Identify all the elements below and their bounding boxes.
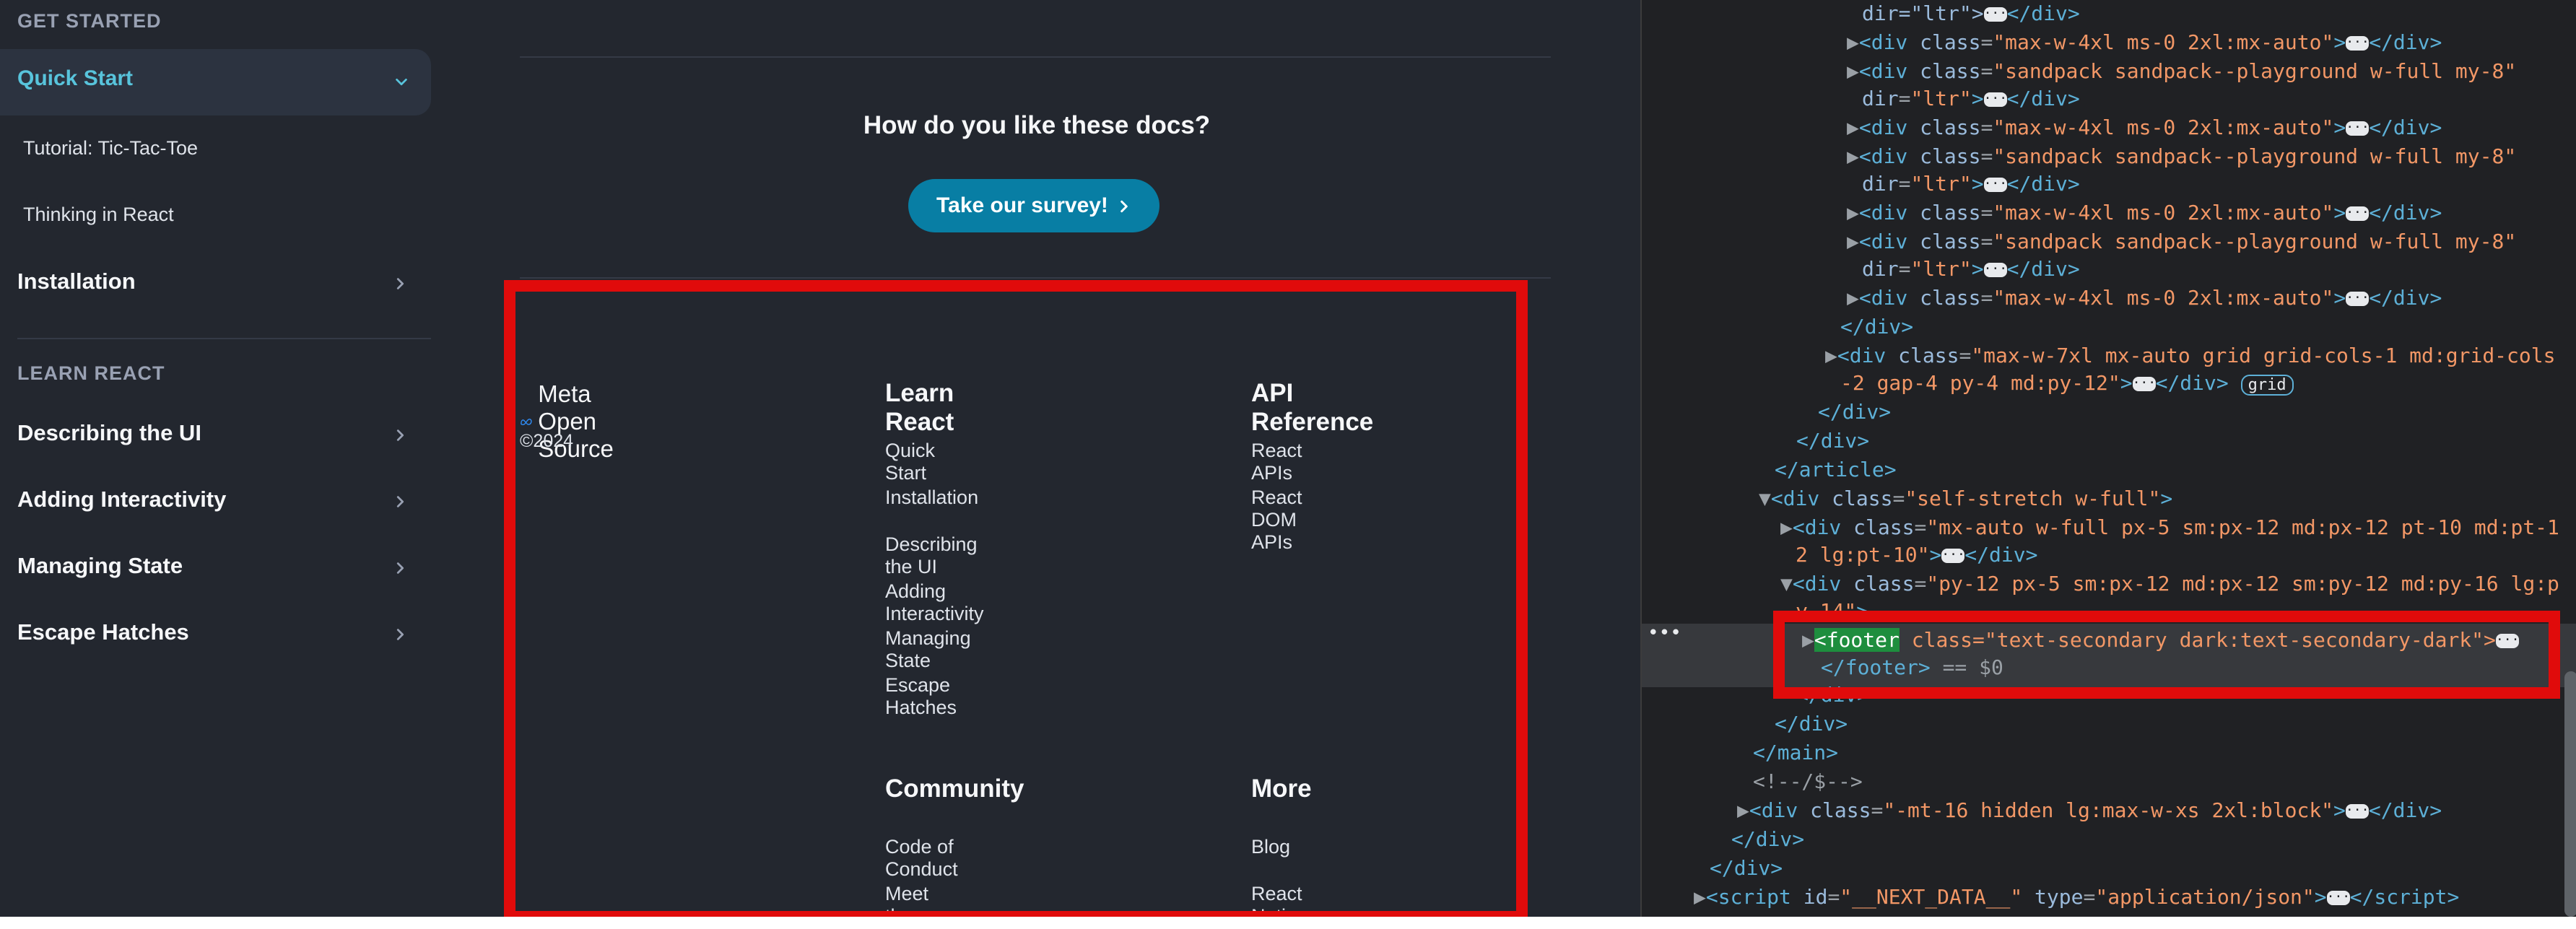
sidebar-item-managing-state[interactable]: Managing State xyxy=(0,550,431,596)
survey-button-label: Take our survey! xyxy=(936,193,1108,217)
dom-node-line[interactable]: </div> xyxy=(1731,827,1804,851)
dom-node-line[interactable]: </div> xyxy=(1710,856,1783,880)
dom-node-line[interactable]: </div> xyxy=(1840,315,1913,339)
sidebar-item-label: Quick Start xyxy=(17,66,134,90)
content-divider xyxy=(520,277,1551,279)
page-gutter xyxy=(1619,0,1640,917)
dom-node-line[interactable]: ▶<div class="sandpack sandpack--playgrou… xyxy=(1847,59,2516,83)
sidebar-item-describing-the-ui[interactable]: Describing the UI xyxy=(0,417,431,463)
dom-node-line[interactable]: ▶<div class="max-w-7xl mx-auto grid grid… xyxy=(1825,344,2555,367)
devtools-scrollbar[interactable] xyxy=(2564,671,2576,917)
dom-node-line[interactable]: dir="ltr">···</div> xyxy=(1862,172,2080,196)
sidebar-divider xyxy=(17,338,431,339)
dom-node-line[interactable]: </div> xyxy=(1775,712,1848,736)
sidebar-item-escape-hatches[interactable]: Escape Hatches xyxy=(0,616,431,663)
dom-node-line[interactable]: ▶<div class="sandpack sandpack--playgrou… xyxy=(1847,230,2516,253)
dom-node-line[interactable]: ▶<div class="max-w-4xl ms-0 2xl:mx-auto"… xyxy=(1847,286,2442,310)
dom-node-line[interactable]: ▼<div class="self-stretch w-full"> xyxy=(1759,487,2172,510)
sidebar-item-label: Escape Hatches xyxy=(17,619,189,645)
dom-node-line[interactable]: ▶<div class="-mt-16 hidden lg:max-w-xs 2… xyxy=(1737,798,2442,822)
dom-node-line[interactable]: </article> xyxy=(1775,458,1897,481)
dom-node-line[interactable]: </main> xyxy=(1753,741,1838,764)
chevron-right-icon xyxy=(1121,200,1128,213)
sidebar-item-quick-start[interactable]: Quick Start xyxy=(0,49,431,115)
sidebar-item-label: Managing State xyxy=(17,553,183,578)
dom-node-line[interactable]: ▶<div class="max-w-4xl ms-0 2xl:mx-auto"… xyxy=(1847,115,2442,139)
feedback-question: How do you like these docs? xyxy=(863,111,1211,139)
node-actions-icon[interactable]: ••• xyxy=(1648,622,1681,644)
sidebar-item-label: Describing the UI xyxy=(17,420,201,445)
take-survey-button[interactable]: Take our survey! xyxy=(908,179,1159,232)
dom-node-line[interactable]: </div> xyxy=(1796,429,1869,453)
sidebar-item-thinking-in-react[interactable]: Thinking in React xyxy=(23,204,174,226)
footer-node-highlight-box xyxy=(1773,611,2560,699)
chevron-right-icon xyxy=(396,429,404,441)
sidebar-item-installation[interactable]: Installation xyxy=(0,266,431,312)
chevron-right-icon xyxy=(396,278,404,289)
dom-node-line[interactable]: 2 lg:pt-10">···</div> xyxy=(1796,543,2037,567)
sidebar-item-tutorial[interactable]: Tutorial: Tic-Tac-Toe xyxy=(23,137,198,160)
dom-node-line[interactable]: ▶<div class="mx-auto w-full px-5 sm:px-1… xyxy=(1780,515,2559,539)
sidebar-item-label: Adding Interactivity xyxy=(17,487,227,512)
dom-node-line[interactable]: dir="ltr">···</div> xyxy=(1862,257,2080,281)
section-heading-learn-react: LEARN REACT xyxy=(17,362,165,384)
dom-node-line[interactable]: -2 gap-4 py-4 md:py-12">···</div> grid xyxy=(1840,371,2294,396)
sidebar-item-adding-interactivity[interactable]: Adding Interactivity xyxy=(0,484,431,530)
section-heading-get-started: GET STARTED xyxy=(17,10,162,32)
docs-sidebar: GET STARTED Quick Start Tutorial: Tic-Ta… xyxy=(0,0,455,917)
dom-node-line[interactable]: ▶<script id="__NEXT_DATA__" type="applic… xyxy=(1694,885,2459,909)
chevron-right-icon xyxy=(396,629,404,640)
dom-node-line[interactable]: dir="ltr">···</div> xyxy=(1862,87,2080,110)
sidebar-item-label: Installation xyxy=(17,269,136,294)
chevron-down-icon xyxy=(396,78,407,86)
dom-node-line[interactable]: ▶<div class="max-w-4xl ms-0 2xl:mx-auto"… xyxy=(1847,201,2442,224)
dom-node-line[interactable]: <!--/$--> xyxy=(1753,769,1863,793)
browser-viewport: GET STARTED Quick Start Tutorial: Tic-Ta… xyxy=(0,0,2576,917)
grid-badge[interactable]: grid xyxy=(2240,375,2294,396)
dom-node-line[interactable]: ▼<div class="py-12 px-5 sm:px-12 md:px-1… xyxy=(1780,572,2559,596)
dom-node-line[interactable]: dir="ltr">···</div> xyxy=(1862,1,2080,25)
dom-node-line[interactable]: ▶<div class="sandpack sandpack--playgrou… xyxy=(1847,144,2516,168)
footer-highlight-box xyxy=(504,280,1528,917)
content-divider xyxy=(520,56,1551,58)
devtools-elements-panel: ••• dir="ltr">···</div> ▶<div class="max… xyxy=(1640,0,2576,917)
dom-node-line[interactable]: </div> xyxy=(1818,400,1891,424)
dom-node-line[interactable]: ▶<div class="max-w-4xl ms-0 2xl:mx-auto"… xyxy=(1847,30,2442,54)
chevron-right-icon xyxy=(396,496,404,507)
chevron-right-icon xyxy=(396,562,404,574)
bottom-edge xyxy=(0,917,2576,929)
